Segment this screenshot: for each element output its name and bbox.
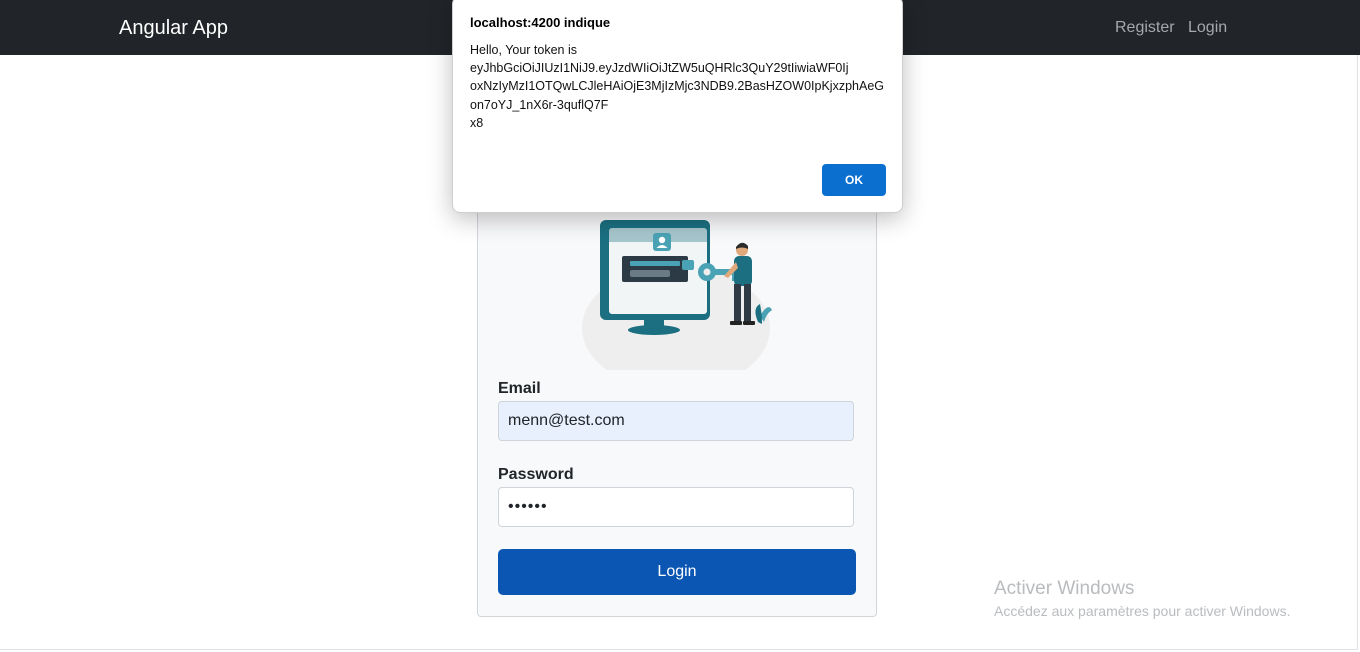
alert-dialog: localhost:4200 indique Hello, Your token… (452, 0, 903, 213)
dialog-message-line: x8 (470, 115, 484, 130)
dialog-ok-button[interactable]: OK (822, 164, 886, 196)
login-card: Email menn@test.com Password •••••• Logi… (477, 175, 877, 617)
dialog-title: localhost:4200 indique (470, 15, 611, 30)
password-label: Password (498, 466, 574, 483)
email-field[interactable]: menn@test.com (498, 401, 854, 441)
dialog-message-line: oxNzIyMzI1OTQwLCJleHAiOjE3MjIzMjc3NDB9.2… (470, 79, 884, 94)
dialog-message-line: Hello, Your token is (470, 43, 578, 57)
dialog-message: Hello, Your token is eyJhbGciOiJIUzI1NiJ… (470, 41, 890, 132)
email-label: Email (498, 380, 541, 397)
navbar-brand[interactable]: Angular App (119, 15, 228, 41)
user-icon (653, 233, 671, 251)
dialog-message-line: eyJhbGciOiJIUzI1NiJ9.eyJzdWIiOiJtZW5uQHR… (470, 61, 849, 76)
windows-activation-subtitle: Accédez aux paramètres pour activer Wind… (994, 603, 1291, 619)
login-button[interactable]: Login (498, 549, 856, 595)
windows-activation-title: Activer Windows (994, 578, 1135, 599)
login-illustration (582, 220, 772, 370)
password-field[interactable]: •••••• (498, 487, 854, 527)
nav-login-link[interactable]: Login (1188, 17, 1227, 39)
nav-register-link[interactable]: Register (1115, 17, 1175, 39)
dialog-message-line: on7oYJ_1nX6r-3quflQ7F (470, 97, 609, 112)
page-bottom-border (0, 649, 1358, 650)
page-right-border (1357, 55, 1358, 650)
